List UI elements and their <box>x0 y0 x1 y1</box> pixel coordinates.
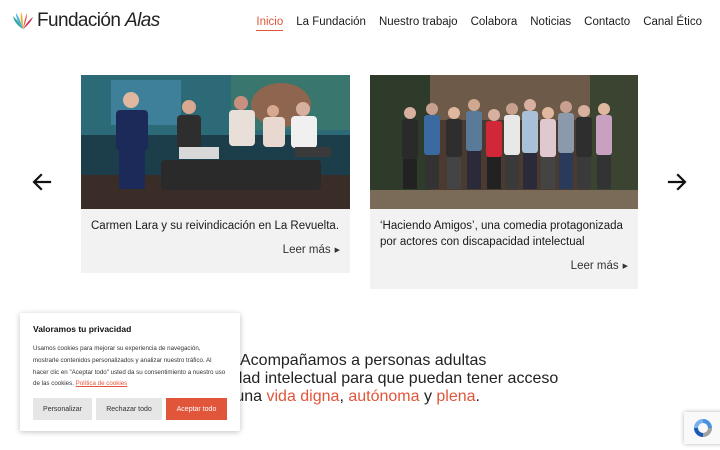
logo[interactable]: Fundación Alas <box>12 10 160 32</box>
nav-item-nuestro-trabajo[interactable]: Nuestro trabajo <box>379 16 458 28</box>
nav-item-contacto[interactable]: Contacto <box>584 16 630 28</box>
news-card-title[interactable]: Carmen Lara y su reivindicación en La Re… <box>81 209 350 234</box>
arrow-left-icon[interactable] <box>32 173 52 191</box>
logo-icon <box>13 12 33 29</box>
chevron-right-icon: ▶ <box>622 263 628 270</box>
highlight-plena: plena <box>436 388 476 405</box>
nav-item-canal-etico[interactable]: Canal Ético <box>643 16 702 28</box>
news-card-image <box>81 75 350 209</box>
mission-statement: Acompañamos a personas adultas cidad int… <box>222 352 602 406</box>
cookie-policy-link[interactable]: Política de cookies <box>76 380 128 387</box>
main-nav: Inicio La Fundación Nuestro trabajo Cola… <box>243 16 702 31</box>
customize-cookies-button[interactable]: Personalizar <box>33 398 92 420</box>
mission-line-3: a una vida digna, autónoma y plena. <box>222 388 480 405</box>
read-more-link[interactable]: Leer más ▶ <box>283 244 340 256</box>
arrow-right-icon[interactable] <box>667 173 687 191</box>
cookie-banner-title: Valoramos tu privacidad <box>33 324 132 334</box>
cookie-buttons: Personalizar Rechazar todo Aceptar todo <box>33 398 227 420</box>
news-card[interactable]: Carmen Lara y su reivindicación en La Re… <box>81 75 350 273</box>
recaptcha-badge[interactable] <box>684 412 720 444</box>
cookie-banner: Valoramos tu privacidad Usamos cookies p… <box>20 313 240 431</box>
logo-text: Fundación Alas <box>37 10 160 31</box>
highlight-autonoma: autónoma <box>348 388 420 405</box>
recaptcha-icon <box>694 419 712 437</box>
nav-item-inicio[interactable]: Inicio <box>256 16 283 31</box>
reject-all-button[interactable]: Rechazar todo <box>96 398 162 420</box>
nav-item-la-fundacion[interactable]: La Fundación <box>296 16 366 28</box>
mission-line-2: cidad intelectual para que puedan tener … <box>222 370 559 387</box>
mission-line-1: Acompañamos a personas adultas <box>240 352 487 369</box>
news-card[interactable]: ‘Haciendo Amigos’, una comedia protagoni… <box>370 75 638 289</box>
highlight-vida-digna: vida digna <box>266 388 340 405</box>
chevron-right-icon: ▶ <box>334 247 340 254</box>
accept-all-button[interactable]: Aceptar todo <box>166 398 227 420</box>
nav-item-colabora[interactable]: Colabora <box>471 16 518 28</box>
nav-item-noticias[interactable]: Noticias <box>530 16 571 28</box>
cookie-banner-text: Usamos cookies para mejorar su experienc… <box>33 345 226 388</box>
site-header: Fundación Alas Inicio La Fundación Nuest… <box>0 0 720 46</box>
read-more-link[interactable]: Leer más ▶ <box>571 260 628 272</box>
news-card-image <box>370 75 638 209</box>
news-card-title[interactable]: ‘Haciendo Amigos’, una comedia protagoni… <box>370 209 638 250</box>
